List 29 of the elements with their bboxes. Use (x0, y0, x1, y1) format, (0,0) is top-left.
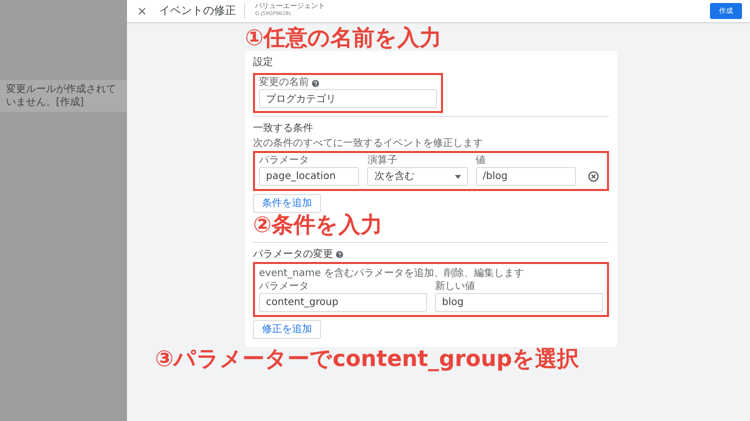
annotation-text: ③パラメーターでcontent_groupを選択 (155, 346, 580, 372)
value-input[interactable]: /blog (476, 167, 576, 186)
dropdown-caret-icon (454, 174, 461, 179)
parameter-input[interactable]: page_location (259, 167, 360, 186)
help-icon[interactable] (336, 250, 343, 258)
annotation-text: ②条件を入力 (253, 213, 384, 239)
remove-icon[interactable] (588, 171, 599, 182)
add-condition-button[interactable]: 条件を追加 (253, 194, 321, 214)
notice-text: 変更ルールが作成されていません。[作成] (6, 84, 116, 108)
operator-select[interactable]: 次を含む (367, 167, 468, 186)
field-label: 値 (476, 155, 487, 168)
field-label: 新しい値 (435, 280, 476, 293)
section-description: event_name を含むパラメータを追加、削除、編集します (259, 266, 526, 280)
field-label: パラメータ (259, 155, 310, 168)
annotation-text: ①任意の名前を入力 (245, 26, 443, 52)
section-title: 一致する条件 (253, 122, 314, 136)
value-input[interactable]: blog (435, 292, 603, 312)
close-button[interactable]: × (135, 5, 150, 17)
card-title: 設定 (253, 56, 274, 70)
add-modification-button[interactable]: 修正を追加 (253, 320, 321, 339)
field-label: パラメータ (259, 280, 310, 293)
panel-title: イベントの修正 (159, 2, 246, 20)
help-icon[interactable] (312, 80, 319, 87)
name-input[interactable]: ブログカテゴリ (259, 89, 437, 108)
section-description: 次の条件のすべてに一致するイベントを修正します (253, 137, 484, 152)
field-label: 変更の名前 (259, 77, 309, 90)
parameter-input[interactable]: content_group (259, 292, 427, 312)
section-title: パラメータの変更 (253, 248, 333, 262)
field-label: 演算子 (367, 155, 398, 168)
